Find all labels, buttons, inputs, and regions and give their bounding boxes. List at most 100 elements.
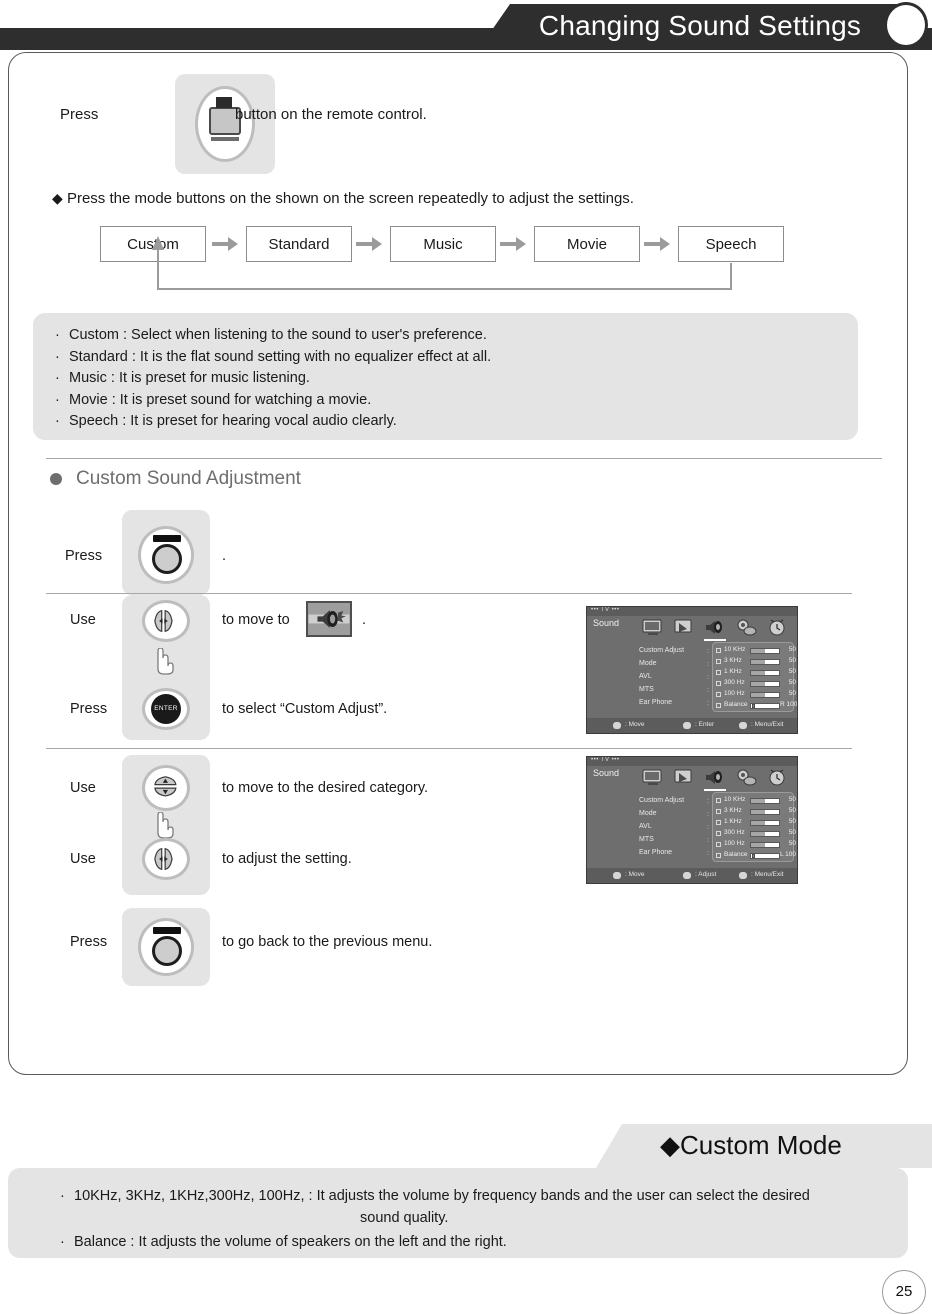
left-right-button-icon[interactable] <box>142 600 190 642</box>
eq-value: 50 <box>788 807 796 814</box>
eq-label: 300 Hz <box>724 829 745 836</box>
up-down-button-icon[interactable] <box>142 765 190 811</box>
osd-menu-item[interactable]: AVL <box>639 670 705 683</box>
eq-row[interactable]: 100 Hz 50 <box>716 690 796 700</box>
sound-icon[interactable] <box>703 767 727 788</box>
eq-checkbox-icon[interactable] <box>716 681 721 686</box>
eq-row[interactable]: Balance R 100 <box>716 701 797 711</box>
bullet-dot-icon: · <box>55 391 60 408</box>
osd-dot-column: ::::: <box>707 798 709 857</box>
picture-icon[interactable] <box>641 617 665 638</box>
setup-icon[interactable] <box>734 767 758 788</box>
eq-checkbox-icon[interactable] <box>716 820 721 825</box>
time-icon[interactable] <box>765 617 789 638</box>
enter-icon <box>683 722 691 729</box>
osd-footer-hint: : Menu/Exit <box>751 871 784 878</box>
eq-row[interactable]: 300 Hz 50 <box>716 829 796 839</box>
left-right-button-icon[interactable] <box>142 838 190 880</box>
enter-button-icon[interactable]: ENTER <box>142 688 190 730</box>
eq-checkbox-icon[interactable] <box>716 648 721 653</box>
tv-menu-button-icon[interactable] <box>195 86 255 162</box>
step-2-text: to move to <box>222 612 290 628</box>
eq-row[interactable]: 3 KHz 50 <box>716 807 796 817</box>
osd-menu-item[interactable]: Custom Adjust <box>639 794 705 807</box>
step-2-text-after: . <box>362 612 367 628</box>
eq-track[interactable] <box>750 820 780 826</box>
menu-button-icon[interactable] <box>138 918 194 976</box>
osd-menu-item[interactable]: AVL <box>639 820 705 833</box>
eq-track[interactable] <box>750 809 780 815</box>
eq-track[interactable] <box>750 670 780 676</box>
osd-menu-item[interactable]: Custom Adjust <box>639 644 705 657</box>
eq-track[interactable] <box>750 853 780 859</box>
osd-selected-indicator <box>704 639 726 641</box>
menu-button-icon[interactable] <box>138 526 194 584</box>
eq-value: R 100 <box>780 701 798 708</box>
eq-checkbox-icon[interactable] <box>716 798 721 803</box>
eq-track[interactable] <box>750 648 780 654</box>
osd-title: Sound <box>593 768 620 778</box>
press-menu-step: Press button on the remote control. <box>55 74 615 174</box>
leftright-icon <box>683 872 691 879</box>
eq-value: 50 <box>788 829 796 836</box>
step-4-text: to move to the desired category. <box>222 780 429 796</box>
eq-track[interactable] <box>750 798 780 804</box>
menu-icon <box>739 722 747 729</box>
eq-checkbox-icon[interactable] <box>716 842 721 847</box>
osd-icon-bar <box>641 616 791 641</box>
eq-label: Balance <box>724 701 748 708</box>
flow-note: ◆ Press the mode buttons on the shown on… <box>52 190 634 207</box>
eq-checkbox-icon[interactable] <box>716 831 721 836</box>
eq-value: 50 <box>788 657 796 664</box>
osd-menu-item[interactable]: Mode <box>639 807 705 820</box>
mode-description-panel: · Custom : Select when listening to the s… <box>33 313 858 440</box>
bullet-dot-icon: · <box>55 413 60 429</box>
mode-description-text: Speech : It is preset for hearing vocal … <box>69 413 397 429</box>
eq-row[interactable]: 1 KHz 50 <box>716 668 796 678</box>
time-icon[interactable] <box>765 767 789 788</box>
eq-row[interactable]: 300 Hz 50 <box>716 679 796 689</box>
step-3-text: to select “Custom Adjust”. <box>222 701 388 717</box>
eq-track[interactable] <box>750 692 780 698</box>
step-5-label: Use <box>70 851 96 867</box>
eq-row[interactable]: 1 KHz 50 <box>716 818 796 828</box>
eq-checkbox-icon[interactable] <box>716 809 721 814</box>
list-item: · Movie : It is preset sound for watching… <box>55 390 858 412</box>
osd-menu-list-1: Custom Adjust Mode AVL MTS Ear Phone <box>639 644 705 709</box>
eq-checkbox-icon[interactable] <box>716 659 721 664</box>
eq-row[interactable]: 3 KHz 50 <box>716 657 796 667</box>
eq-row[interactable]: 10 KHz 50 <box>716 796 796 806</box>
screen-icon[interactable] <box>672 617 696 638</box>
setup-icon[interactable] <box>734 617 758 638</box>
osd-menu-item[interactable]: MTS <box>639 683 705 696</box>
eq-checkbox-icon[interactable] <box>716 703 721 708</box>
osd-menu-item[interactable]: MTS <box>639 833 705 846</box>
eq-row[interactable]: Balance L 100 <box>716 851 796 861</box>
eq-track[interactable] <box>750 681 780 687</box>
eq-track[interactable] <box>750 703 780 709</box>
eq-track[interactable] <box>750 831 780 837</box>
eq-track[interactable] <box>750 659 780 665</box>
picture-icon[interactable] <box>641 767 665 788</box>
down-hand-icon-1 <box>157 648 174 675</box>
eq-checkbox-icon[interactable] <box>716 692 721 697</box>
eq-row[interactable]: 100 Hz 50 <box>716 840 796 850</box>
osd-menu-item[interactable]: Mode <box>639 657 705 670</box>
section-bullet-icon <box>50 473 62 485</box>
screen-icon[interactable] <box>672 767 696 788</box>
bullet-dot-icon: · <box>55 370 60 386</box>
bullet-dot-icon: · <box>60 1188 65 1204</box>
mode-description-text: Standard : It is the flat sound setting … <box>69 348 492 365</box>
osd-device-label: ••• TV ••• <box>591 607 620 613</box>
osd-footer-hint: : Menu/Exit <box>751 721 784 728</box>
eq-checkbox-icon[interactable] <box>716 853 721 858</box>
osd-menu-item[interactable]: Ear Phone <box>639 696 705 709</box>
osd-menu-item[interactable]: Ear Phone <box>639 846 705 859</box>
sound-icon[interactable] <box>703 617 727 638</box>
dpad-icon <box>613 722 621 729</box>
eq-row[interactable]: 10 KHz 50 <box>716 646 796 656</box>
list-item: · Custom : Select when listening to the s… <box>55 325 858 347</box>
step-1-label: Press <box>65 548 103 564</box>
eq-track[interactable] <box>750 842 780 848</box>
eq-checkbox-icon[interactable] <box>716 670 721 675</box>
